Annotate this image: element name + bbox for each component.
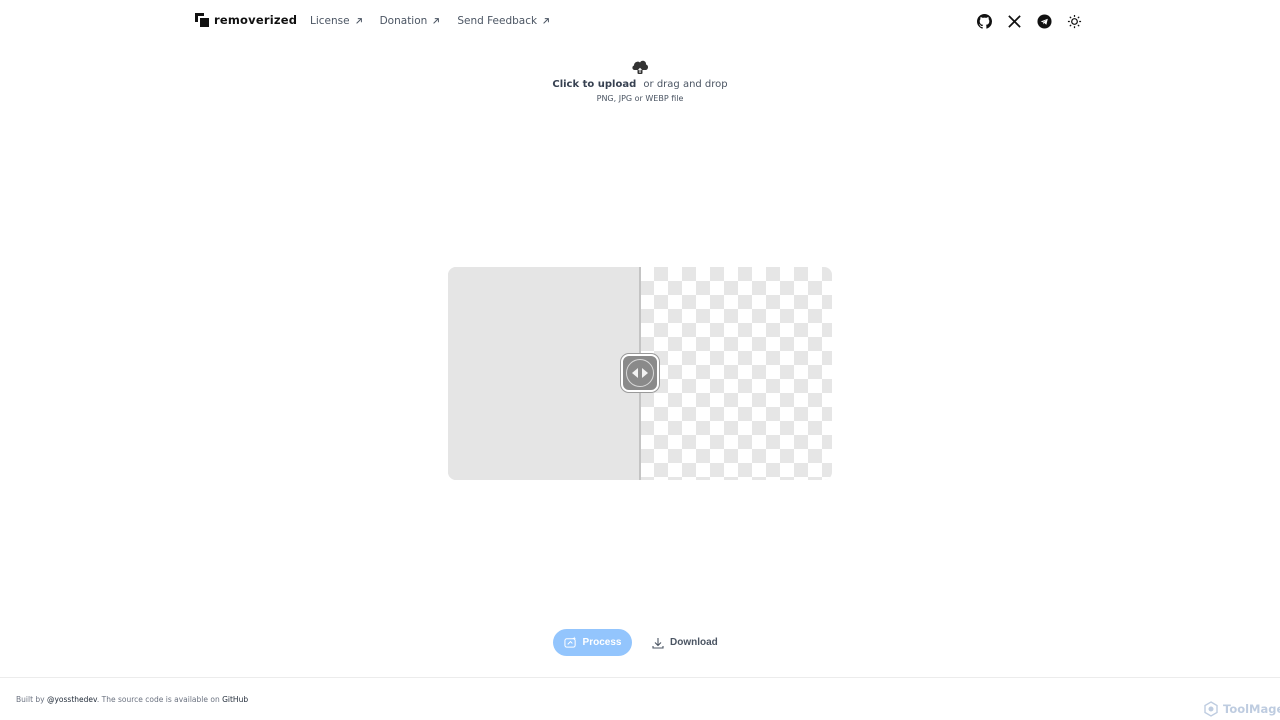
source-code-text: . The source code is available on (96, 695, 220, 704)
drag-drop-label: or drag and drop (643, 79, 728, 90)
github-button[interactable] (976, 13, 992, 29)
footer-credits: Built by @yossthedev. The source code is… (16, 695, 248, 704)
toolmage-logo-icon (1204, 701, 1218, 717)
process-button[interactable]: Process (553, 629, 632, 656)
nav-donation-link[interactable]: Donation (380, 15, 441, 27)
x-icon (1007, 14, 1021, 28)
compare-slider-handle[interactable] (621, 354, 659, 392)
download-icon (652, 637, 664, 649)
external-arrow-icon (355, 18, 362, 24)
x-twitter-button[interactable] (1006, 13, 1022, 29)
built-by-text: Built by (16, 695, 45, 704)
external-arrow-icon (543, 18, 549, 24)
magic-process-icon (563, 636, 576, 648)
watermark-text: ToolMage (1223, 702, 1280, 716)
sun-icon (1067, 14, 1081, 28)
download-label: Download (670, 637, 718, 648)
github-link[interactable]: GitHub (222, 695, 248, 704)
app-logo[interactable]: removerized (195, 13, 298, 29)
toolmage-watermark: ToolMage (1203, 701, 1280, 717)
upload-instructions: Click to upload or drag and drop (440, 79, 840, 90)
original-image-pane (448, 267, 640, 480)
telegram-button[interactable] (1036, 13, 1052, 29)
main-nav: License Donation Send Feedback (310, 15, 550, 27)
nav-donation-label: Donation (379, 15, 428, 27)
footer: Built by @yossthedev. The source code is… (0, 677, 1280, 720)
author-link[interactable]: @yossthedev (47, 695, 97, 704)
nav-license-label: License (310, 15, 350, 27)
external-arrow-icon (433, 18, 440, 24)
action-bar: Process Download (553, 629, 718, 656)
file-types-hint: PNG, JPG or WEBP file (596, 94, 684, 103)
social-icons (976, 13, 1082, 29)
process-label: Process (582, 637, 622, 648)
telegram-icon (1036, 13, 1052, 29)
upload-dropzone[interactable]: Click to upload or drag and drop PNG, JP… (440, 56, 840, 103)
nav-feedback-link[interactable]: Send Feedback (457, 15, 550, 27)
left-right-arrows-icon (632, 368, 648, 378)
github-icon (976, 13, 992, 29)
theme-toggle-button[interactable] (1066, 13, 1082, 29)
nav-feedback-label: Send Feedback (457, 15, 538, 27)
logo-icon (195, 13, 211, 29)
logo-text: removerized (214, 13, 298, 27)
before-after-viewer (448, 267, 832, 480)
transparent-result-pane (640, 267, 832, 480)
click-to-upload-label[interactable]: Click to upload (552, 79, 636, 90)
download-button[interactable]: Download (648, 629, 718, 656)
top-bar: removerized License Donation Send Feedba… (0, 0, 1280, 42)
cloud-upload-icon (632, 60, 649, 74)
nav-license-link[interactable]: License (310, 15, 363, 27)
